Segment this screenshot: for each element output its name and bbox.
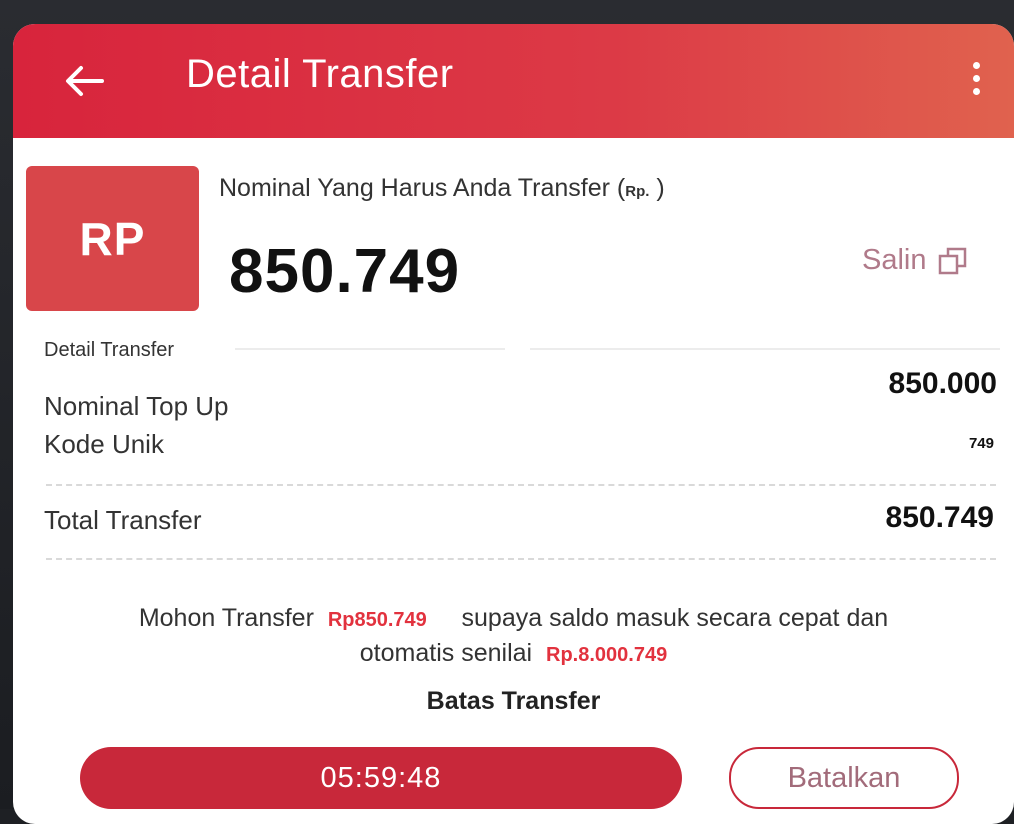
page-title: Detail Transfer xyxy=(186,52,454,96)
divider xyxy=(530,348,1000,350)
app-bar: Detail Transfer xyxy=(13,24,1014,138)
transfer-note: Mohon Transfer Rp850.749 supaya saldo ma… xyxy=(138,604,889,667)
dashed-divider xyxy=(46,558,996,560)
copy-button[interactable]: Salin xyxy=(862,244,969,277)
dashed-divider xyxy=(46,484,996,486)
more-vertical-icon xyxy=(972,61,980,69)
topup-value: 850.000 xyxy=(888,367,997,400)
transfer-amount: 850.749 xyxy=(229,237,461,306)
deadline-label: Batas Transfer xyxy=(426,687,601,715)
more-options-button[interactable] xyxy=(962,50,990,106)
section-title: Detail Transfer xyxy=(44,339,175,361)
note-total-amount: Rp.8.000.749 xyxy=(546,644,668,666)
cancel-button[interactable]: Batalkan xyxy=(729,747,959,809)
unique-code-value: 749 xyxy=(968,435,994,452)
arrow-left-icon xyxy=(66,66,104,96)
unique-code-label: Kode Unik xyxy=(44,429,164,459)
divider xyxy=(235,348,505,350)
total-value: 850.749 xyxy=(885,501,994,534)
amount-label-unit: Rp. xyxy=(625,183,650,200)
copy-icon xyxy=(938,247,966,274)
countdown-timer: 05:59:48 xyxy=(80,747,682,809)
total-label: Total Transfer xyxy=(44,505,202,535)
screen-background: Detail Transfer RP Nominal Yang Harus An… xyxy=(0,0,1014,824)
app-window: Detail Transfer RP Nominal Yang Harus An… xyxy=(13,24,1014,824)
back-button[interactable] xyxy=(57,54,111,108)
amount-label: Nominal Yang Harus Anda Transfer (Rp. ) xyxy=(219,174,665,202)
copy-label: Salin xyxy=(862,244,927,276)
topup-label: Nominal Top Up xyxy=(44,391,229,421)
note-amount: Rp850.749 xyxy=(327,609,427,631)
currency-badge: RP xyxy=(26,166,199,311)
